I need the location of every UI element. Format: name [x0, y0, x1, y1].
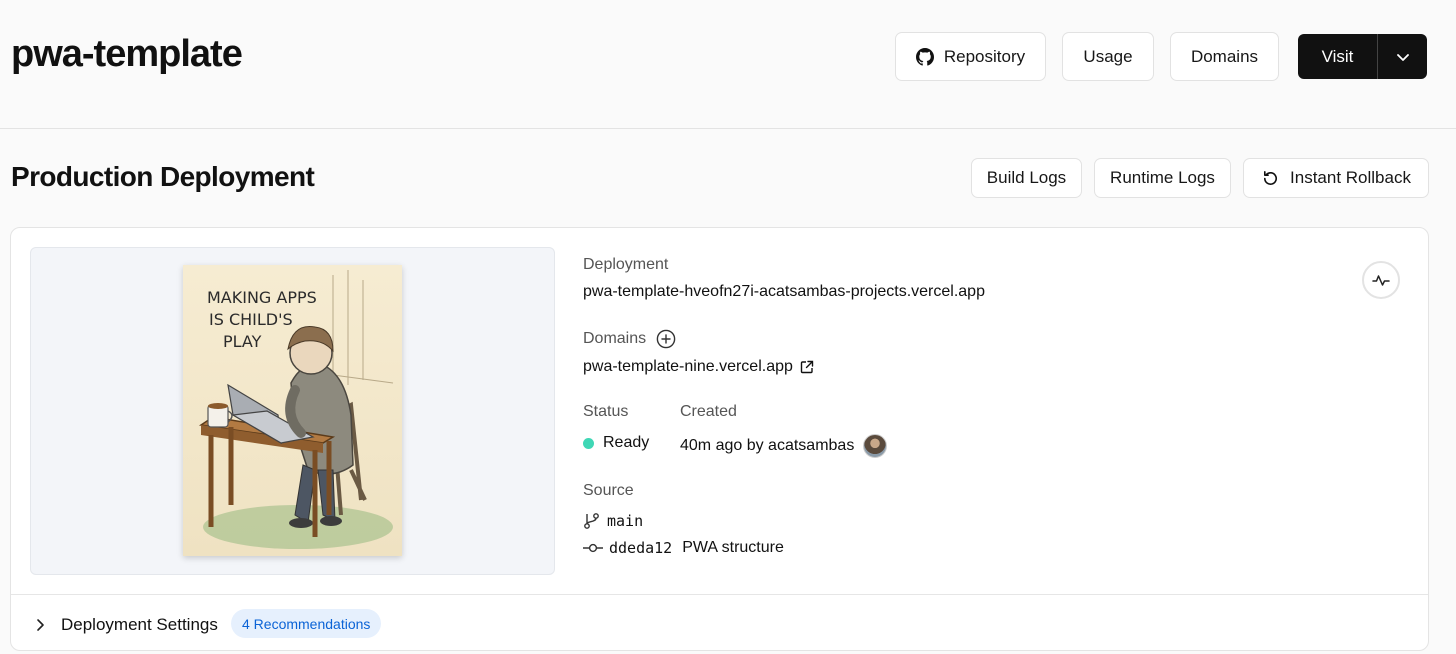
external-link-icon — [800, 360, 814, 374]
commit-message: PWA structure — [682, 539, 784, 556]
visit-button[interactable]: Visit — [1298, 34, 1378, 79]
visit-button-group: Visit — [1298, 34, 1427, 79]
domain-link[interactable]: pwa-template-nine.vercel.app — [583, 358, 814, 376]
repository-button[interactable]: Repository — [895, 32, 1046, 81]
thumbnail-text-line1: MAKING APPS — [207, 288, 317, 307]
commit-row[interactable]: ddeda12 PWA structure — [583, 539, 784, 557]
branch-icon — [584, 513, 599, 529]
commit-icon — [583, 543, 603, 553]
branch-name: main — [607, 512, 644, 530]
created-value-row: 40m ago by acatsambas — [680, 434, 888, 458]
domains-button[interactable]: Domains — [1170, 32, 1279, 81]
avatar[interactable] — [863, 434, 888, 458]
github-icon — [915, 47, 934, 66]
domains-row: Domains — [583, 329, 676, 349]
instant-rollback-label: Instant Rollback — [1290, 168, 1411, 187]
status-value-row: Ready — [583, 434, 649, 452]
rollback-icon — [1264, 170, 1278, 185]
activity-button[interactable] — [1362, 261, 1400, 299]
deployment-settings-bar: Deployment Settings 4 Recommendations — [11, 594, 1428, 650]
status-label: Status — [583, 403, 629, 420]
deployment-preview[interactable]: MAKING APPS IS CHILD'S PLAY — [30, 247, 555, 575]
status-dot — [583, 437, 594, 449]
commit-hash: ddeda12 — [609, 539, 673, 557]
usage-label: Usage — [1083, 46, 1133, 66]
instant-rollback-button[interactable]: Instant Rollback — [1243, 158, 1429, 198]
deployment-settings-toggle[interactable]: Deployment Settings — [33, 615, 218, 635]
deployment-thumbnail: MAKING APPS IS CHILD'S PLAY — [183, 265, 402, 556]
domains-section-label: Domains — [583, 330, 647, 347]
build-logs-button[interactable]: Build Logs — [971, 158, 1082, 198]
branch-row[interactable]: main — [583, 512, 643, 530]
section-title: Production Deployment — [11, 161, 315, 192]
deployment-url[interactable]: pwa-template-hveofn27i-acatsambas-projec… — [583, 283, 985, 301]
created-label: Created — [680, 403, 737, 420]
build-logs-label: Build Logs — [986, 168, 1067, 187]
plus-circle-icon[interactable] — [656, 329, 676, 349]
runtime-logs-label: Runtime Logs — [1110, 168, 1215, 187]
deployment-card: MAKING APPS IS CHILD'S PLAY Deployment p… — [10, 227, 1429, 651]
status-value: Ready — [603, 434, 650, 451]
domain-link-text: pwa-template-nine.vercel.app — [583, 358, 793, 375]
visit-dropdown-toggle[interactable] — [1378, 34, 1427, 79]
thumbnail-text-line3: PLAY — [223, 332, 262, 351]
created-value: 40m ago by acatsambas — [680, 437, 855, 454]
runtime-logs-button[interactable]: Runtime Logs — [1094, 158, 1231, 198]
project-title: pwa-template — [11, 33, 243, 75]
repository-label: Repository — [943, 46, 1026, 66]
chevron-down-icon — [1396, 53, 1409, 61]
project-header: pwa-template Repository Usage Domains Vi… — [0, 0, 1456, 129]
source-label: Source — [583, 482, 634, 499]
deployment-settings-label: Deployment Settings — [61, 615, 218, 634]
thumbnail-text-line2: IS CHILD'S — [209, 310, 293, 329]
usage-button[interactable]: Usage — [1062, 32, 1154, 81]
domains-label: Domains — [1190, 46, 1259, 66]
deployment-label: Deployment — [583, 256, 669, 273]
activity-icon — [1372, 275, 1390, 286]
recommendations-badge[interactable]: 4 Recommendations — [231, 609, 382, 638]
chevron-right-icon — [37, 619, 44, 631]
